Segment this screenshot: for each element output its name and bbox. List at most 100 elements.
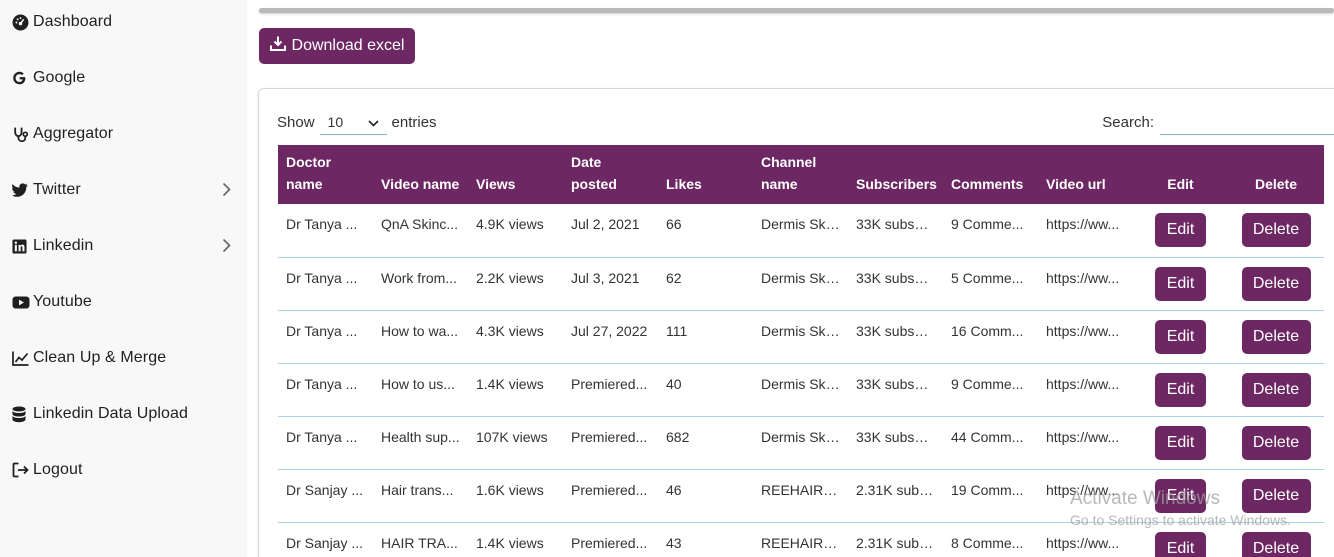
edit-button[interactable]: Edit [1155,266,1206,301]
cell-doctor-name: Dr Tanya ... [278,257,373,311]
sidebar-item-label: Clean Up & Merge [33,349,167,366]
delete-button[interactable]: Delete [1241,478,1311,513]
cell-edit: Edit [1133,469,1228,523]
cell-edit: Edit [1133,204,1228,258]
sidebar: Dashboard Google Aggregator Twitter Link… [0,0,247,557]
cell-views: 1.6K views [468,469,563,523]
cell-subscribers: 2.31K subs... [848,522,943,557]
entries-select[interactable]: 10 [319,109,387,135]
sidebar-item-linkedin-data-upload[interactable]: Linkedin Data Upload [12,399,235,429]
cell-video-url: https://ww... [1038,310,1133,364]
edit-button[interactable]: Edit [1155,213,1206,247]
sidebar-item-aggregator[interactable]: Aggregator [12,119,235,149]
cell-channel-name: REEHAIRS... [753,469,848,523]
table-row: Dr Sanjay ... Hair trans... 1.6K views Prem… [278,469,1324,523]
column-header-video-name[interactable]: Video name [373,145,468,204]
edit-button[interactable]: Edit [1155,372,1206,407]
delete-button[interactable]: Delete [1241,266,1311,301]
cell-doctor-name: Dr Sanjay ... [278,522,373,557]
show-label: Show [277,113,315,131]
column-header-comments[interactable]: Comments [943,145,1038,204]
column-header-subscribers[interactable]: Subscribers [848,145,943,204]
edit-button[interactable]: Edit [1155,478,1206,513]
cell-likes: 46 [658,469,753,523]
cell-video-url: https://ww... [1038,204,1133,258]
edit-button[interactable]: Edit [1155,425,1206,460]
cell-video-name: How to us... [373,363,468,417]
cell-channel-name: Dermis Ski... [753,204,848,258]
column-header-date-posted[interactable]: Date posted [563,145,658,204]
dashboard-icon [12,14,32,31]
edit-button[interactable]: Edit [1155,319,1206,354]
table-body: Dr Tanya ... QnA Skinc... 4.9K views Jul 2,… [278,204,1324,557]
cell-likes: 66 [658,204,753,258]
database-icon [12,406,32,423]
column-header-likes[interactable]: Likes [658,145,753,204]
cell-comments: 9 Comme... [943,363,1038,417]
cell-edit: Edit [1133,257,1228,311]
cell-subscribers: 33K subscr... [848,257,943,311]
sidebar-item-label: Twitter [33,181,81,198]
column-header-video-url[interactable]: Video url [1038,145,1133,204]
sidebar-item-youtube[interactable]: Youtube [12,287,235,317]
download-excel-button[interactable]: Download excel [259,28,415,64]
search-input[interactable] [1160,109,1334,135]
table-row: Dr Tanya ... Health sup... 107K views Premi… [278,416,1324,470]
cell-delete: Delete [1228,522,1324,557]
cell-video-url: https://ww... [1038,469,1133,523]
sidebar-item-label: Google [33,69,86,86]
cell-date-posted: Premiered... [563,363,658,417]
chevron-right-icon [222,238,231,258]
cell-subscribers: 33K subscr... [848,310,943,364]
cell-comments: 9 Comme... [943,204,1038,258]
edit-button[interactable]: Edit [1155,531,1206,557]
search-label: Search: [1102,113,1154,131]
cell-video-url: https://ww... [1038,257,1133,311]
cell-channel-name: Dermis Ski... [753,363,848,417]
cell-comments: 5 Comme... [943,257,1038,311]
cell-likes: 111 [658,310,753,364]
cell-delete: Delete [1228,204,1324,258]
cell-channel-name: Dermis Ski... [753,310,848,364]
data-table: Doctor name Video name Views Date posted… [278,145,1324,557]
sidebar-item-logout[interactable]: Logout [12,455,235,485]
cell-date-posted: Premiered... [563,522,658,557]
data-table-wrapper: Doctor name Video name Views Date posted… [278,145,1324,557]
cell-subscribers: 33K subscr... [848,363,943,417]
delete-button[interactable]: Delete [1241,425,1311,460]
sidebar-item-clean-up-merge[interactable]: Clean Up & Merge [12,343,235,373]
sidebar-item-twitter[interactable]: Twitter [12,175,235,205]
cell-subscribers: 33K subscr... [848,204,943,258]
delete-button[interactable]: Delete [1241,319,1311,354]
cell-video-name: How to wa... [373,310,468,364]
cell-video-name: HAIR TRA... [373,522,468,557]
delete-button[interactable]: Delete [1241,531,1311,557]
cell-edit: Edit [1133,363,1228,417]
cell-date-posted: Jul 27, 2022 [563,310,658,364]
cell-views: 107K views [468,416,563,470]
cell-channel-name: REEHAIRS... [753,522,848,557]
column-header-channel-name[interactable]: Channel name [753,145,848,204]
sidebar-item-label: Logout [33,461,83,478]
download-excel-label: Download excel [291,37,405,54]
sidebar-item-google[interactable]: Google [12,63,235,93]
entries-label: entries [391,113,437,131]
cell-channel-name: Dermis Ski... [753,257,848,311]
delete-button[interactable]: Delete [1241,372,1311,407]
cell-edit: Edit [1133,416,1228,470]
cell-comments: 19 Comm... [943,469,1038,523]
cell-likes: 40 [658,363,753,417]
entries-value: 10 [327,113,344,130]
sidebar-item-linkedin[interactable]: Linkedin [12,231,235,261]
cell-video-url: https://ww... [1038,416,1133,470]
cell-video-url: https://ww... [1038,363,1133,417]
sidebar-item-dashboard[interactable]: Dashboard [12,7,235,37]
column-header-doctor-name[interactable]: Doctor name [278,145,373,204]
cell-channel-name: Dermis Ski... [753,416,848,470]
delete-button[interactable]: Delete [1241,213,1311,247]
table-row: Dr Tanya ... How to us... 1.4K views Premie… [278,363,1324,417]
column-header-views[interactable]: Views [468,145,563,204]
table-row: Dr Tanya ... How to wa... 4.3K views Jul 27… [278,310,1324,364]
entries-control: Show 10 entries [277,109,437,135]
cell-likes: 682 [658,416,753,470]
